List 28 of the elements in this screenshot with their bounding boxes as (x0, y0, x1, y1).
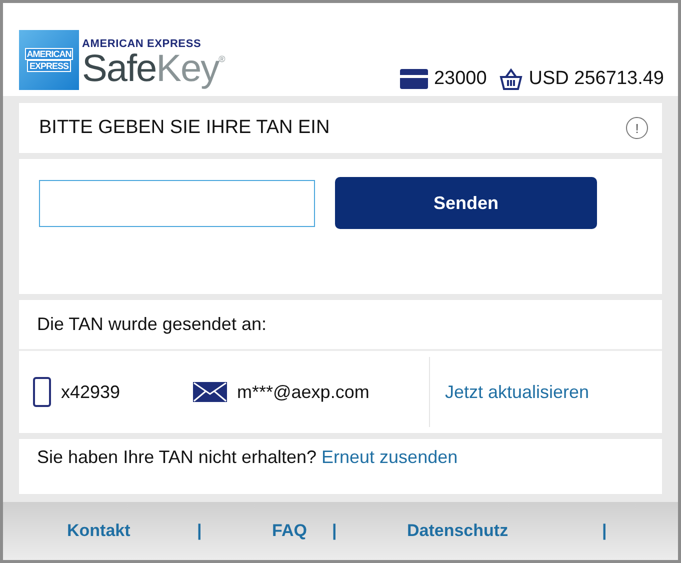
footer-separator: | (197, 521, 203, 541)
tan-field[interactable] (39, 180, 315, 227)
brand-name-light: Key (156, 48, 219, 90)
footer-link[interactable]: Datenschutz (407, 521, 602, 541)
footer-link[interactable]: FAQ (272, 521, 332, 541)
resend-text: Sie haben Ihre TAN nicht erhalten? (37, 447, 317, 468)
prompt-title: BITTE GEBEN SIE IHRE TAN EIN (39, 117, 330, 139)
resend-link[interactable]: Erneut zusenden (322, 447, 458, 468)
send-button[interactable]: Senden (335, 177, 597, 229)
email-address: m***@aexp.com (237, 382, 370, 402)
footer-separator: | (332, 521, 338, 541)
logo-text: EXPRESS (27, 60, 71, 72)
phone-icon (33, 377, 51, 407)
footer-link[interactable]: Kontakt (67, 521, 197, 541)
card-number: 23000 (434, 68, 487, 90)
registered-mark: ® (218, 54, 226, 64)
update-link[interactable]: Jetzt aktualisieren (445, 382, 590, 402)
sent-heading: Die TAN wurde gesendet an: (37, 314, 266, 335)
brand-name: Safe (82, 48, 156, 90)
envelope-icon (193, 382, 227, 402)
logo-text: AMERICAN (24, 48, 74, 60)
basket-icon (498, 68, 523, 90)
brand-top: AMERICAN EXPRESS (82, 38, 202, 50)
info-icon[interactable]: ! (626, 117, 648, 139)
phone-number: x42939 (61, 382, 120, 402)
amount: USD 256713.49 (528, 68, 664, 90)
card-icon (400, 69, 428, 89)
footer-separator: | (602, 521, 608, 541)
